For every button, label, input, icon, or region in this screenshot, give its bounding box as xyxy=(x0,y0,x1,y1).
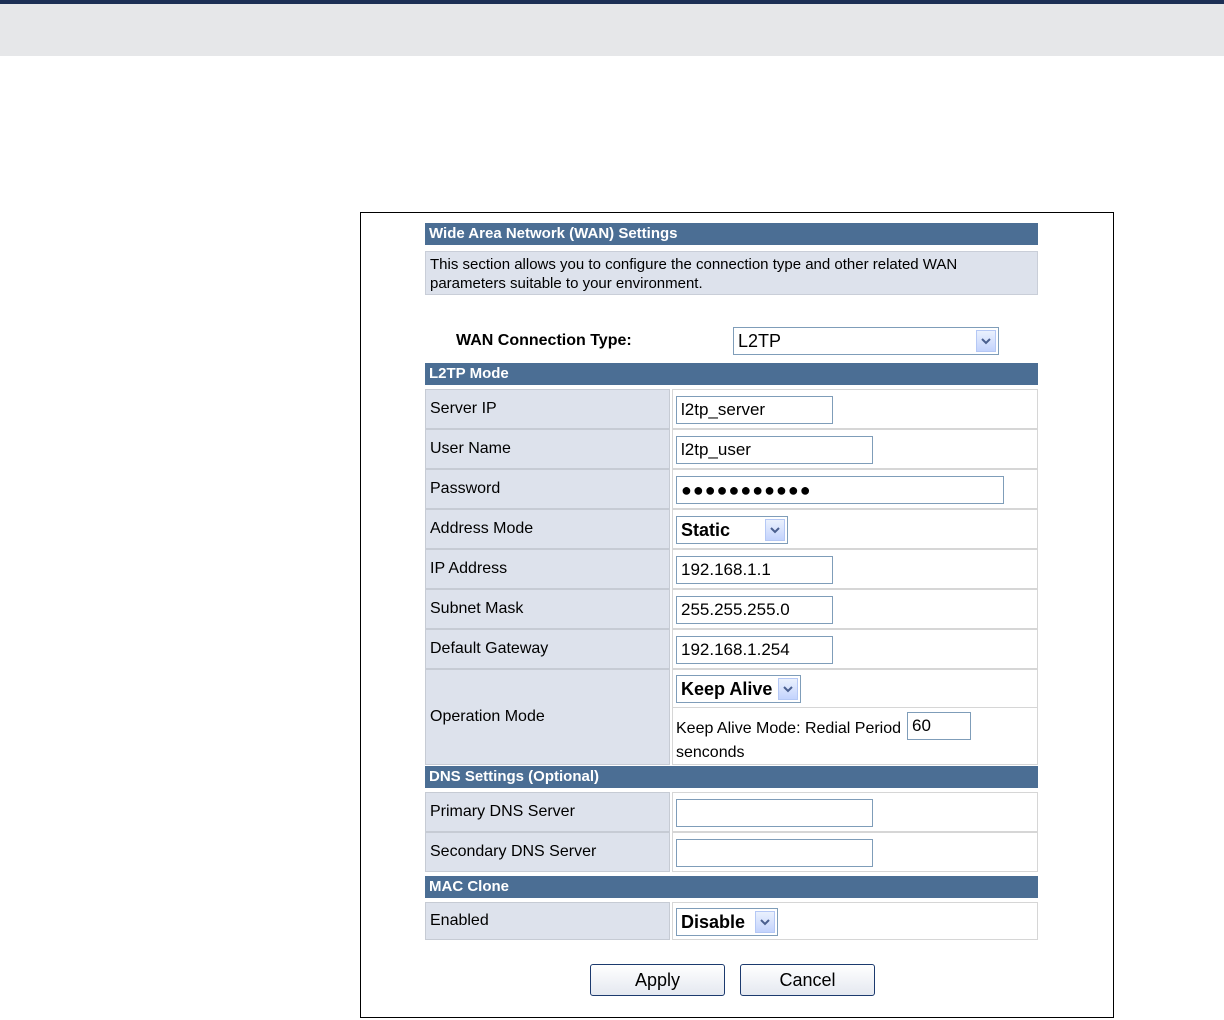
primary-dns-label: Primary DNS Server xyxy=(425,792,670,832)
server-ip-input[interactable]: l2tp_server xyxy=(676,396,833,424)
wan-connection-type-label: WAN Connection Type: xyxy=(456,332,632,349)
operation-mode-row: Operation Mode Keep Alive Keep Alive Mod… xyxy=(425,669,1038,765)
chevron-down-icon xyxy=(755,911,775,933)
password-row: Password ●●●●●●●●●●● xyxy=(425,469,1038,509)
mac-clone-enabled-row: Enabled Disable xyxy=(425,902,1038,940)
address-mode-value: Static xyxy=(681,520,731,540)
address-mode-select[interactable]: Static xyxy=(676,516,788,544)
server-ip-label: Server IP xyxy=(425,389,670,429)
address-mode-label: Address Mode xyxy=(425,509,670,549)
server-ip-row: Server IP l2tp_server xyxy=(425,389,1038,429)
dns-settings-header: DNS Settings (Optional) xyxy=(425,766,1038,788)
default-gateway-label: Default Gateway xyxy=(425,629,670,669)
l2tp-mode-header: L2TP Mode xyxy=(425,363,1038,385)
subnet-mask-row: Subnet Mask 255.255.255.0 xyxy=(425,589,1038,629)
keep-alive-label: Keep Alive Mode: Redial Period xyxy=(676,720,902,737)
user-name-input[interactable]: l2tp_user xyxy=(676,436,873,464)
wan-description: This section allows you to configure the… xyxy=(425,251,1038,295)
apply-button[interactable]: Apply xyxy=(590,964,725,996)
redial-unit: senconds xyxy=(676,744,745,761)
keep-alive-text: Keep Alive Mode: Redial Period xyxy=(676,718,901,740)
mac-clone-select[interactable]: Disable xyxy=(676,908,778,936)
cancel-button[interactable]: Cancel xyxy=(740,964,875,996)
ip-address-label: IP Address xyxy=(425,549,670,589)
top-banner xyxy=(0,4,1224,56)
ip-address-input[interactable]: 192.168.1.1 xyxy=(676,556,833,584)
user-name-row: User Name l2tp_user xyxy=(425,429,1038,469)
chevron-down-icon xyxy=(765,519,785,541)
primary-dns-input[interactable] xyxy=(676,799,873,827)
wan-settings-header: Wide Area Network (WAN) Settings xyxy=(425,223,1038,245)
default-gateway-input[interactable]: 192.168.1.254 xyxy=(676,636,833,664)
default-gateway-row: Default Gateway 192.168.1.254 xyxy=(425,629,1038,669)
ip-address-row: IP Address 192.168.1.1 xyxy=(425,549,1038,589)
password-input[interactable]: ●●●●●●●●●●● xyxy=(676,476,1004,504)
wan-connection-type-value: L2TP xyxy=(738,331,782,351)
mac-clone-enabled-label: Enabled xyxy=(425,902,670,940)
secondary-dns-input[interactable] xyxy=(676,839,873,867)
user-name-label: User Name xyxy=(425,429,670,469)
chevron-down-icon xyxy=(976,330,996,352)
address-mode-row: Address Mode Static xyxy=(425,509,1038,549)
wan-connection-type-select[interactable]: L2TP xyxy=(733,327,999,355)
secondary-dns-row: Secondary DNS Server xyxy=(425,832,1038,872)
subnet-mask-input[interactable]: 255.255.255.0 xyxy=(676,596,833,624)
chevron-down-icon xyxy=(778,678,798,700)
password-label: Password xyxy=(425,469,670,509)
redial-period-input[interactable]: 60 xyxy=(907,712,971,740)
operation-mode-select[interactable]: Keep Alive xyxy=(676,675,801,703)
mac-clone-value: Disable xyxy=(681,912,746,932)
operation-mode-value: Keep Alive xyxy=(681,679,773,699)
subnet-mask-label: Subnet Mask xyxy=(425,589,670,629)
mac-clone-header: MAC Clone xyxy=(425,876,1038,898)
operation-mode-label: Operation Mode xyxy=(425,669,670,765)
secondary-dns-label: Secondary DNS Server xyxy=(425,832,670,872)
primary-dns-row: Primary DNS Server xyxy=(425,792,1038,832)
